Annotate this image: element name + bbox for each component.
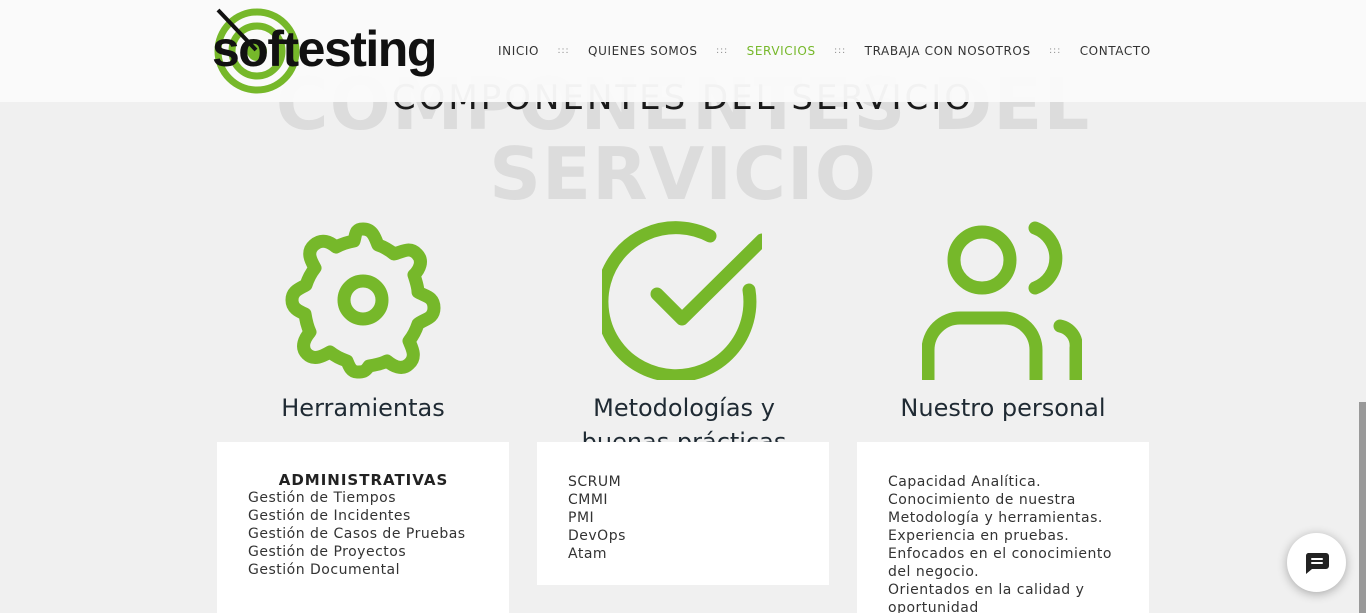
nav-separator: ::: — [557, 46, 570, 56]
nav-separator: ::: — [1049, 46, 1062, 56]
site-header: softesting INICIO ::: QUIENES SOMOS ::: … — [0, 0, 1366, 102]
nav-inicio[interactable]: INICIO — [498, 44, 539, 58]
nav-trabaja-con-nosotros[interactable]: TRABAJA CON NOSOTROS — [865, 44, 1031, 58]
card-subheading: ADMINISTRATIVAS — [278, 471, 449, 489]
logo-wordmark: softesting — [212, 21, 437, 77]
methodologies-list: SCRUM CMMI PMI DevOps Atam — [568, 473, 829, 563]
ghost-title-line2: SERVICIO — [489, 132, 877, 216]
users-icon — [922, 221, 1082, 380]
list-item: DevOps — [568, 528, 626, 544]
nav-quienes-somos[interactable]: QUIENES SOMOS — [588, 44, 698, 58]
softesting-logo[interactable]: softesting — [212, 8, 468, 94]
nav-contacto[interactable]: CONTACTO — [1080, 44, 1151, 58]
card-personal: Capacidad Analítica. Conocimiento de nue… — [857, 442, 1149, 613]
nav-separator: ::: — [834, 46, 847, 56]
list-item: Enfocados en el conocimiento — [888, 546, 1112, 562]
list-item: oportunidad — [888, 600, 979, 613]
list-item: Metodología y herramientas. — [888, 510, 1103, 526]
main-nav: INICIO ::: QUIENES SOMOS ::: SERVICIOS :… — [498, 44, 1151, 58]
personnel-list: Capacidad Analítica. Conocimiento de nue… — [888, 473, 1149, 613]
list-item: Orientados en la calidad y — [888, 582, 1085, 598]
chat-button[interactable] — [1287, 533, 1346, 592]
list-item: Gestión de Incidentes — [248, 508, 411, 524]
check-circle-icon — [602, 221, 762, 380]
column-title-herramientas: Herramientas — [281, 394, 445, 422]
list-item: CMMI — [568, 492, 609, 508]
list-item: del negocio. — [888, 564, 980, 580]
card-metodologias: SCRUM CMMI PMI DevOps Atam — [537, 442, 829, 585]
list-item: SCRUM — [568, 474, 622, 490]
column-title-metodologias-line1: Metodologías y — [593, 394, 775, 422]
page-scrollbar[interactable] — [1359, 402, 1366, 613]
list-item: Conocimiento de nuestra — [888, 492, 1076, 508]
list-item: Gestión de Proyectos — [248, 544, 407, 560]
list-item: Gestión Documental — [248, 562, 401, 578]
chat-icon — [1305, 552, 1329, 574]
tools-list: Gestión de Tiempos Gestión de Incidentes… — [248, 489, 509, 579]
list-item: Capacidad Analítica. — [888, 474, 1042, 490]
nav-servicios[interactable]: SERVICIOS — [747, 44, 816, 58]
list-item: Experiencia en pruebas. — [888, 528, 1070, 544]
nav-separator: ::: — [716, 46, 729, 56]
list-item: Atam — [568, 546, 608, 562]
card-herramientas: ADMINISTRATIVAS Gestión de Tiempos Gesti… — [217, 442, 509, 613]
column-title-personal: Nuestro personal — [900, 394, 1106, 422]
gear-icon — [285, 222, 441, 379]
list-item: Gestión de Casos de Pruebas — [248, 526, 466, 542]
list-item: Gestión de Tiempos — [248, 490, 396, 506]
list-item: PMI — [568, 510, 595, 526]
